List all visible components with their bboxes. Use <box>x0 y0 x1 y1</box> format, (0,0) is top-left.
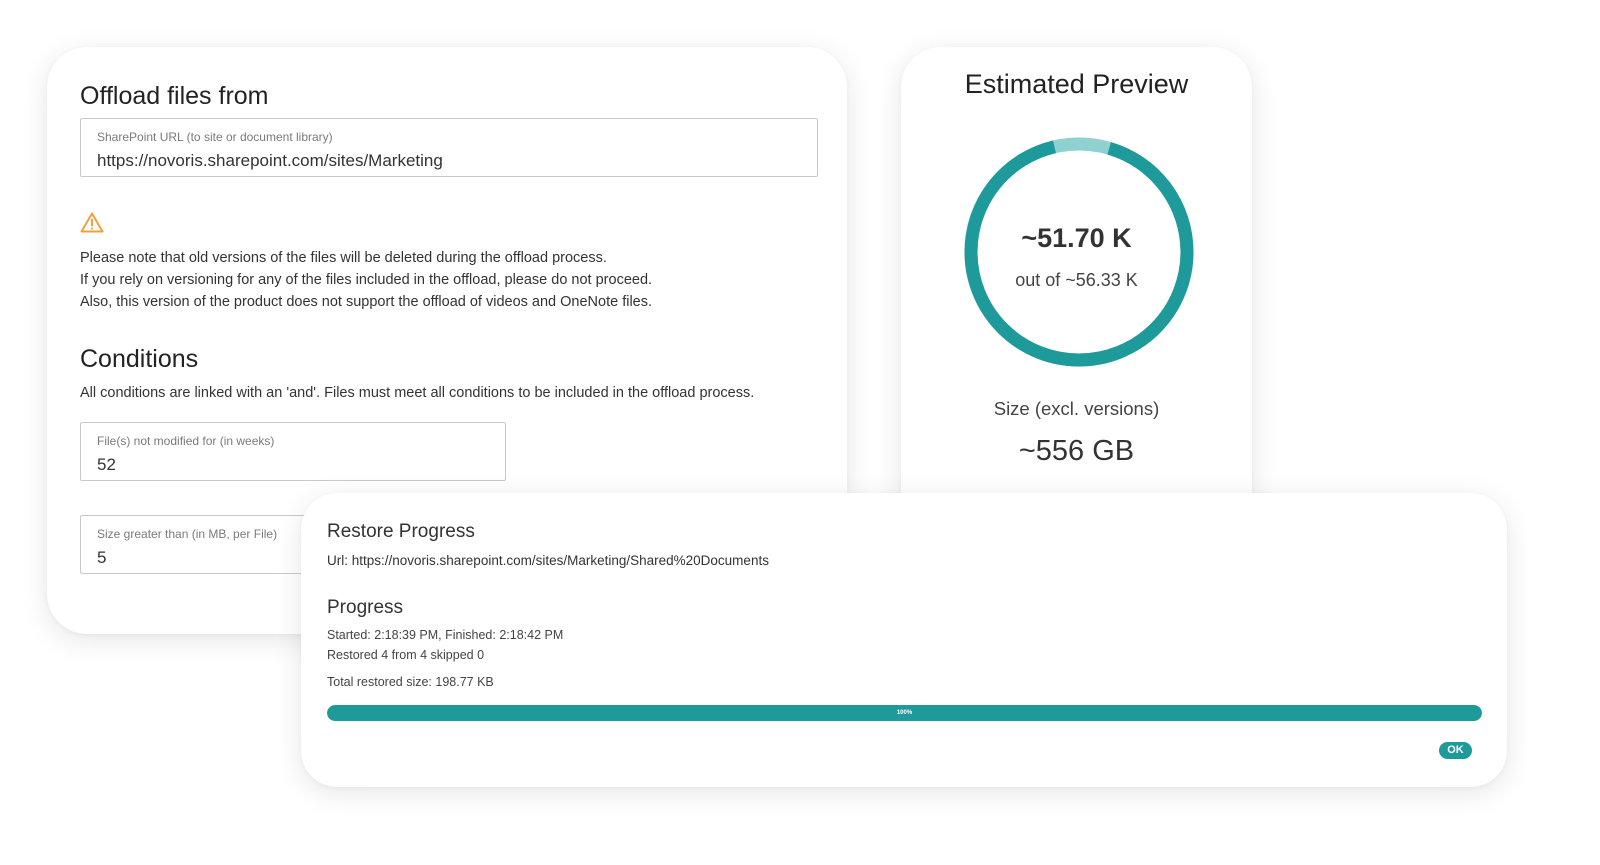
restore-title: Restore Progress <box>327 521 475 542</box>
sharepoint-url-field[interactable]: SharePoint URL (to site or document libr… <box>80 118 818 177</box>
size-greater-than-value[interactable]: 5 <box>97 548 106 568</box>
restore-url: Url: https://novoris.sharepoint.com/site… <box>327 553 769 568</box>
warning-line: Please note that old versions of the fil… <box>80 250 607 266</box>
conditions-title: Conditions <box>80 345 199 373</box>
restore-progress-bar: 100% <box>327 705 1482 721</box>
not-modified-weeks-value[interactable]: 52 <box>97 455 116 475</box>
offload-title: Offload files from <box>80 82 269 110</box>
progress-restored-count: Restored 4 from 4 skipped 0 <box>327 648 485 662</box>
total-file-count: out of ~56.33 K <box>1015 270 1138 290</box>
size-label: Size (excl. versions) <box>993 398 1160 419</box>
conditions-description: All conditions are linked with an 'and'.… <box>80 385 755 401</box>
warning-line: Also, this version of the product does n… <box>80 294 653 310</box>
progress-total-size: Total restored size: 198.77 KB <box>327 675 494 689</box>
not-modified-weeks-field[interactable]: File(s) not modified for (in weeks) 52 <box>80 422 506 481</box>
ok-button[interactable]: OK <box>1439 742 1472 759</box>
warning-line: If you rely on versioning for any of the… <box>80 272 653 288</box>
preview-title: Estimated Preview <box>964 69 1189 99</box>
sharepoint-url-label: SharePoint URL (to site or document libr… <box>97 130 333 144</box>
progress-title: Progress <box>327 597 404 618</box>
estimated-preview-card: Estimated Preview ~51.70 K out of ~56.33… <box>901 47 1252 547</box>
progress-percent-label: 100% <box>896 710 913 716</box>
progress-times: Started: 2:18:39 PM, Finished: 2:18:42 P… <box>327 628 564 642</box>
restore-progress-dialog: Restore Progress Url: https://novoris.sh… <box>301 493 1507 787</box>
estimated-file-count: ~51.70 K <box>1021 223 1132 253</box>
sharepoint-url-value[interactable]: https://novoris.sharepoint.com/sites/Mar… <box>97 151 443 171</box>
not-modified-weeks-label: File(s) not modified for (in weeks) <box>97 434 275 448</box>
size-greater-than-label: Size greater than (in MB, per File) <box>97 527 278 541</box>
size-value: ~556 GB <box>1018 435 1135 467</box>
warning-icon <box>80 212 104 233</box>
warning-message: Please note that old versions of the fil… <box>80 247 652 313</box>
